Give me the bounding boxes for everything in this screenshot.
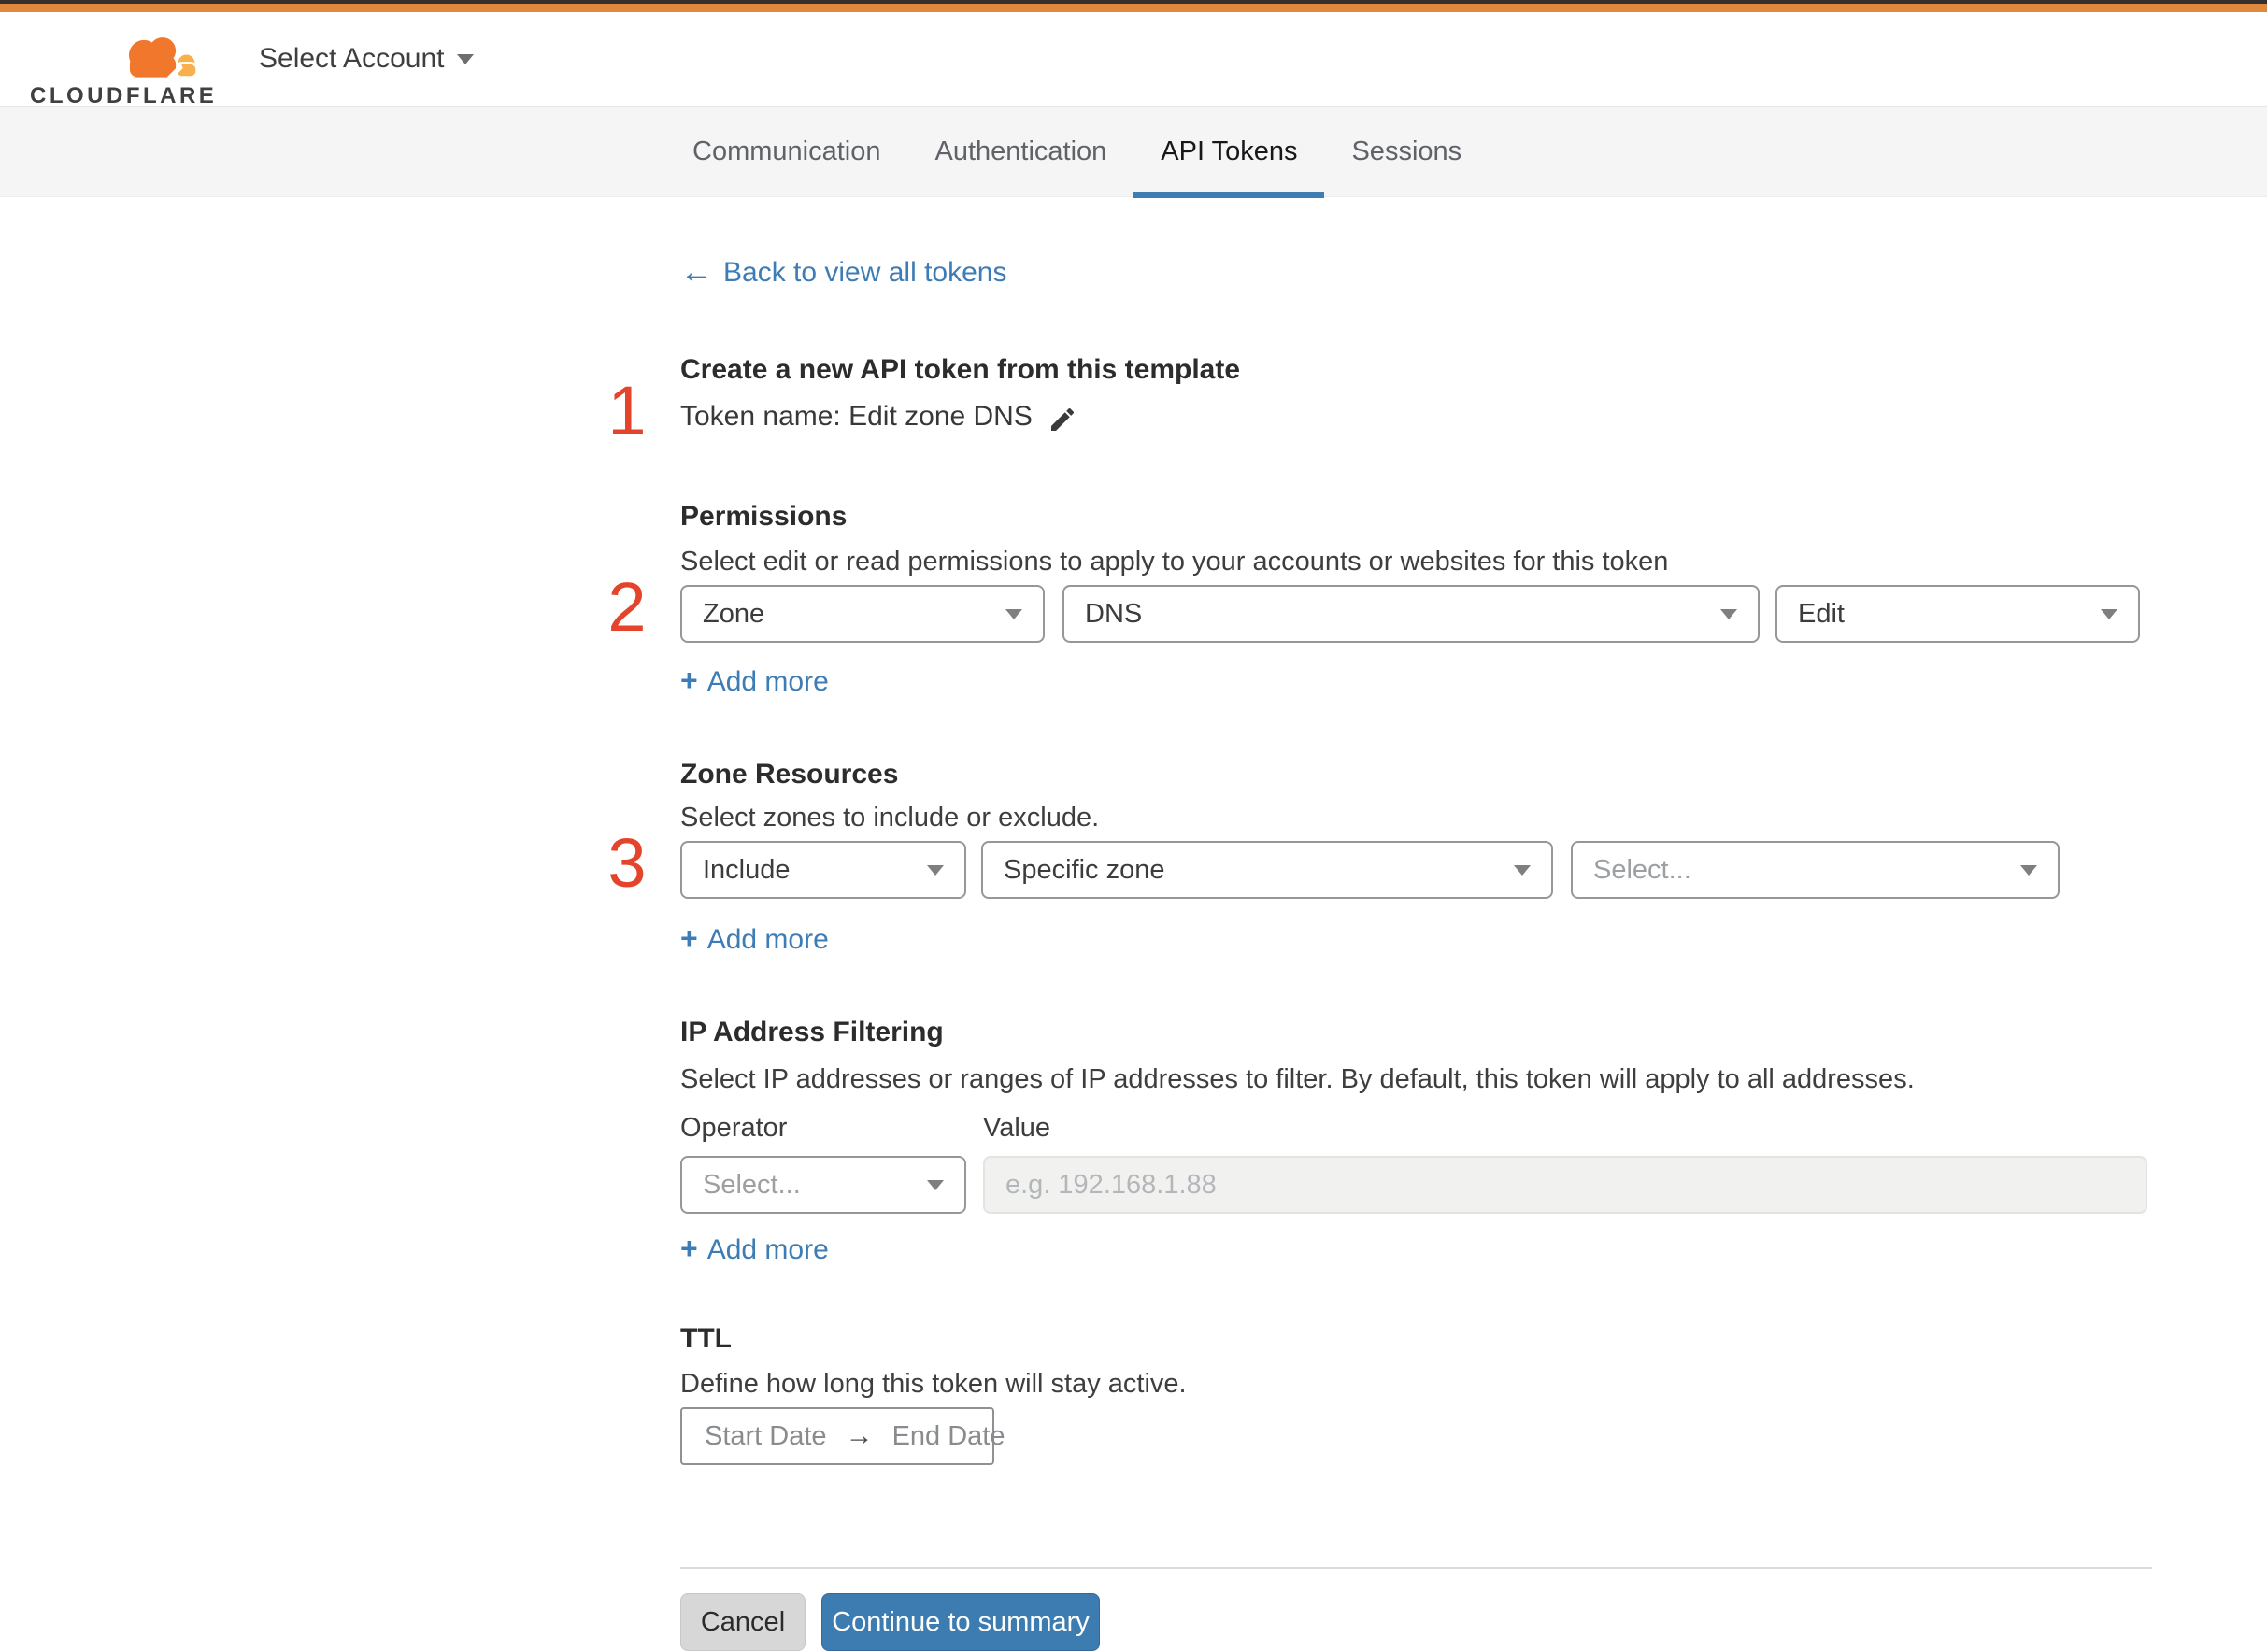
zone-select-placeholder: Select... <box>1593 854 1691 885</box>
zone-resources-add-more-link[interactable]: + Add more <box>680 921 829 957</box>
tab-sessions[interactable]: Sessions <box>1324 107 1489 198</box>
back-arrow-icon: ← <box>680 254 712 290</box>
tab-authentication[interactable]: Authentication <box>907 107 1134 198</box>
step-2-marker: 2 <box>607 568 647 646</box>
create-token-title: Create a new API token from this templat… <box>680 354 1241 385</box>
back-to-tokens-link[interactable]: ← Back to view all tokens <box>680 254 1006 291</box>
edit-pencil-icon[interactable] <box>1048 405 1077 434</box>
ip-filtering-add-more-link[interactable]: + Add more <box>680 1232 829 1267</box>
zone-resources-title: Zone Resources <box>680 759 899 790</box>
permission-resource-dropdown[interactable]: DNS <box>1062 585 1760 643</box>
dropdown-caret-icon <box>927 865 944 876</box>
account-selector-label: Select Account <box>259 43 445 74</box>
dropdown-caret-icon <box>1005 609 1022 620</box>
range-arrow-icon: → <box>845 1420 874 1451</box>
permission-access-value: Edit <box>1798 598 1845 629</box>
cancel-button[interactable]: Cancel <box>680 1593 806 1651</box>
zone-type-value: Specific zone <box>1004 854 1165 885</box>
tab-api-tokens[interactable]: API Tokens <box>1134 107 1325 198</box>
zone-mode-value: Include <box>703 854 791 885</box>
zone-resources-description: Select zones to include or exclude. <box>680 803 1100 833</box>
operator-label: Operator <box>680 1113 788 1143</box>
ttl-description: Define how long this token will stay act… <box>680 1369 1187 1399</box>
add-more-label: Add more <box>706 924 829 955</box>
permission-access-dropdown[interactable]: Edit <box>1775 585 2140 643</box>
page: CLOUDFLARE Select Account Communication … <box>0 0 2267 1652</box>
footer-divider <box>680 1567 2152 1569</box>
token-name-text: Token name: Edit zone DNS <box>680 401 1033 432</box>
brand-orange-bar <box>0 4 2267 12</box>
end-date-placeholder: End Date <box>891 1420 1005 1451</box>
ip-operator-placeholder: Select... <box>703 1169 801 1200</box>
ip-filtering-title: IP Address Filtering <box>680 1017 944 1047</box>
add-more-label: Add more <box>706 1234 829 1265</box>
ttl-date-range-picker[interactable]: Start Date → End Date <box>680 1407 1005 1465</box>
permissions-title: Permissions <box>680 501 848 532</box>
account-selector[interactable]: Select Account <box>259 12 475 106</box>
section-ip-filtering: IP Address Filtering Select IP addresses… <box>680 1017 2147 1267</box>
section-permissions: Permissions Select edit or read permissi… <box>680 501 2140 699</box>
permissions-add-more-link[interactable]: + Add more <box>680 663 829 699</box>
zone-type-dropdown[interactable]: Specific zone <box>981 841 1553 899</box>
dropdown-caret-icon <box>2101 609 2117 620</box>
permission-resource-value: DNS <box>1085 598 1143 629</box>
back-link-label: Back to view all tokens <box>723 256 1007 288</box>
tabs: Communication Authentication API Tokens … <box>665 107 1489 198</box>
tab-communication[interactable]: Communication <box>665 107 907 198</box>
cloudflare-logo[interactable]: CLOUDFLARE <box>30 29 214 109</box>
ip-filtering-description: Select IP addresses or ranges of IP addr… <box>680 1064 1915 1094</box>
step-3-marker: 3 <box>607 824 647 902</box>
tab-bar: Communication Authentication API Tokens … <box>0 106 2267 198</box>
zone-mode-dropdown[interactable]: Include <box>680 841 966 899</box>
dropdown-caret-icon <box>927 1180 944 1190</box>
ttl-title: TTL <box>680 1323 732 1354</box>
dropdown-caret-icon <box>1514 865 1531 876</box>
plus-icon: + <box>680 921 698 955</box>
ip-operator-dropdown[interactable]: Select... <box>680 1156 966 1214</box>
ip-value-input[interactable] <box>983 1156 2147 1214</box>
add-more-label: Add more <box>706 666 829 697</box>
continue-to-summary-button[interactable]: Continue to summary <box>821 1593 1100 1651</box>
plus-icon: + <box>680 663 698 697</box>
app-header: CLOUDFLARE Select Account <box>0 12 2267 109</box>
chevron-down-icon <box>457 53 475 64</box>
plus-icon: + <box>680 1232 698 1265</box>
dropdown-caret-icon <box>2020 865 2037 876</box>
zone-select-dropdown[interactable]: Select... <box>1571 841 2060 899</box>
permission-scope-value: Zone <box>703 598 765 629</box>
permissions-description: Select edit or read permissions to apply… <box>680 547 1669 577</box>
section-token-name: Create a new API token from this templat… <box>680 351 1240 435</box>
start-date-placeholder: Start Date <box>705 1420 827 1451</box>
cloudflare-cloud-icon <box>128 37 199 79</box>
footer-actions: Cancel Continue to summary <box>680 1593 1100 1651</box>
section-ttl: TTL Define how long this token will stay… <box>680 1323 1187 1465</box>
step-1-marker: 1 <box>607 372 647 449</box>
value-label: Value <box>983 1113 1051 1143</box>
dropdown-caret-icon <box>1720 609 1737 620</box>
section-zone-resources: Zone Resources Select zones to include o… <box>680 759 2060 957</box>
permission-scope-dropdown[interactable]: Zone <box>680 585 1045 643</box>
